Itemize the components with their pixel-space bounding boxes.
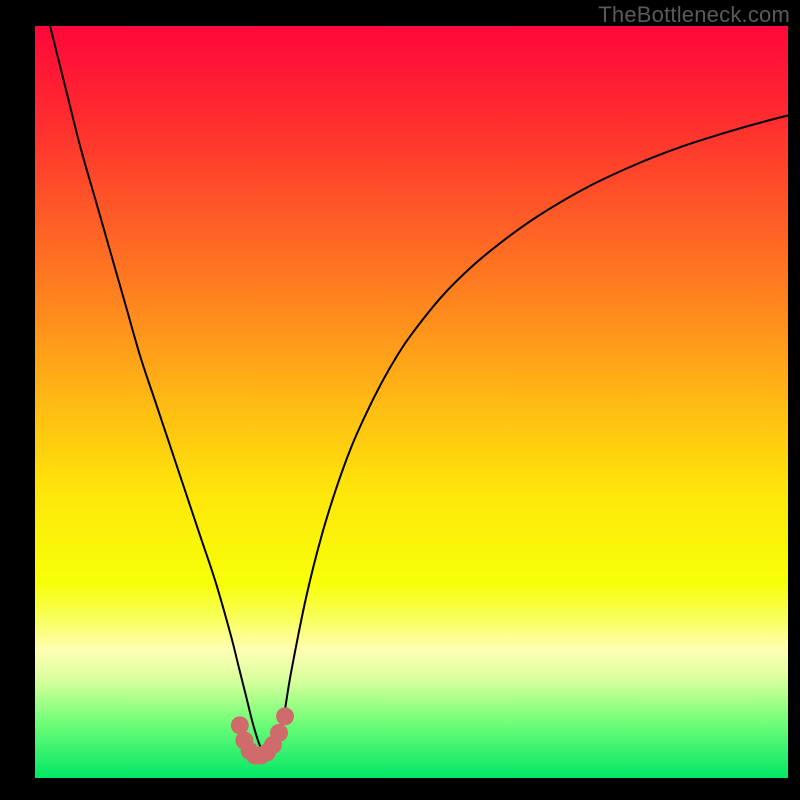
sweet-spot-marker — [270, 724, 288, 742]
watermark-text: TheBottleneck.com — [598, 2, 790, 28]
chart-svg — [35, 26, 788, 778]
chart-frame: TheBottleneck.com — [0, 0, 800, 800]
chart-plot-area — [35, 26, 788, 778]
chart-background — [35, 26, 788, 778]
sweet-spot-marker — [276, 707, 294, 725]
